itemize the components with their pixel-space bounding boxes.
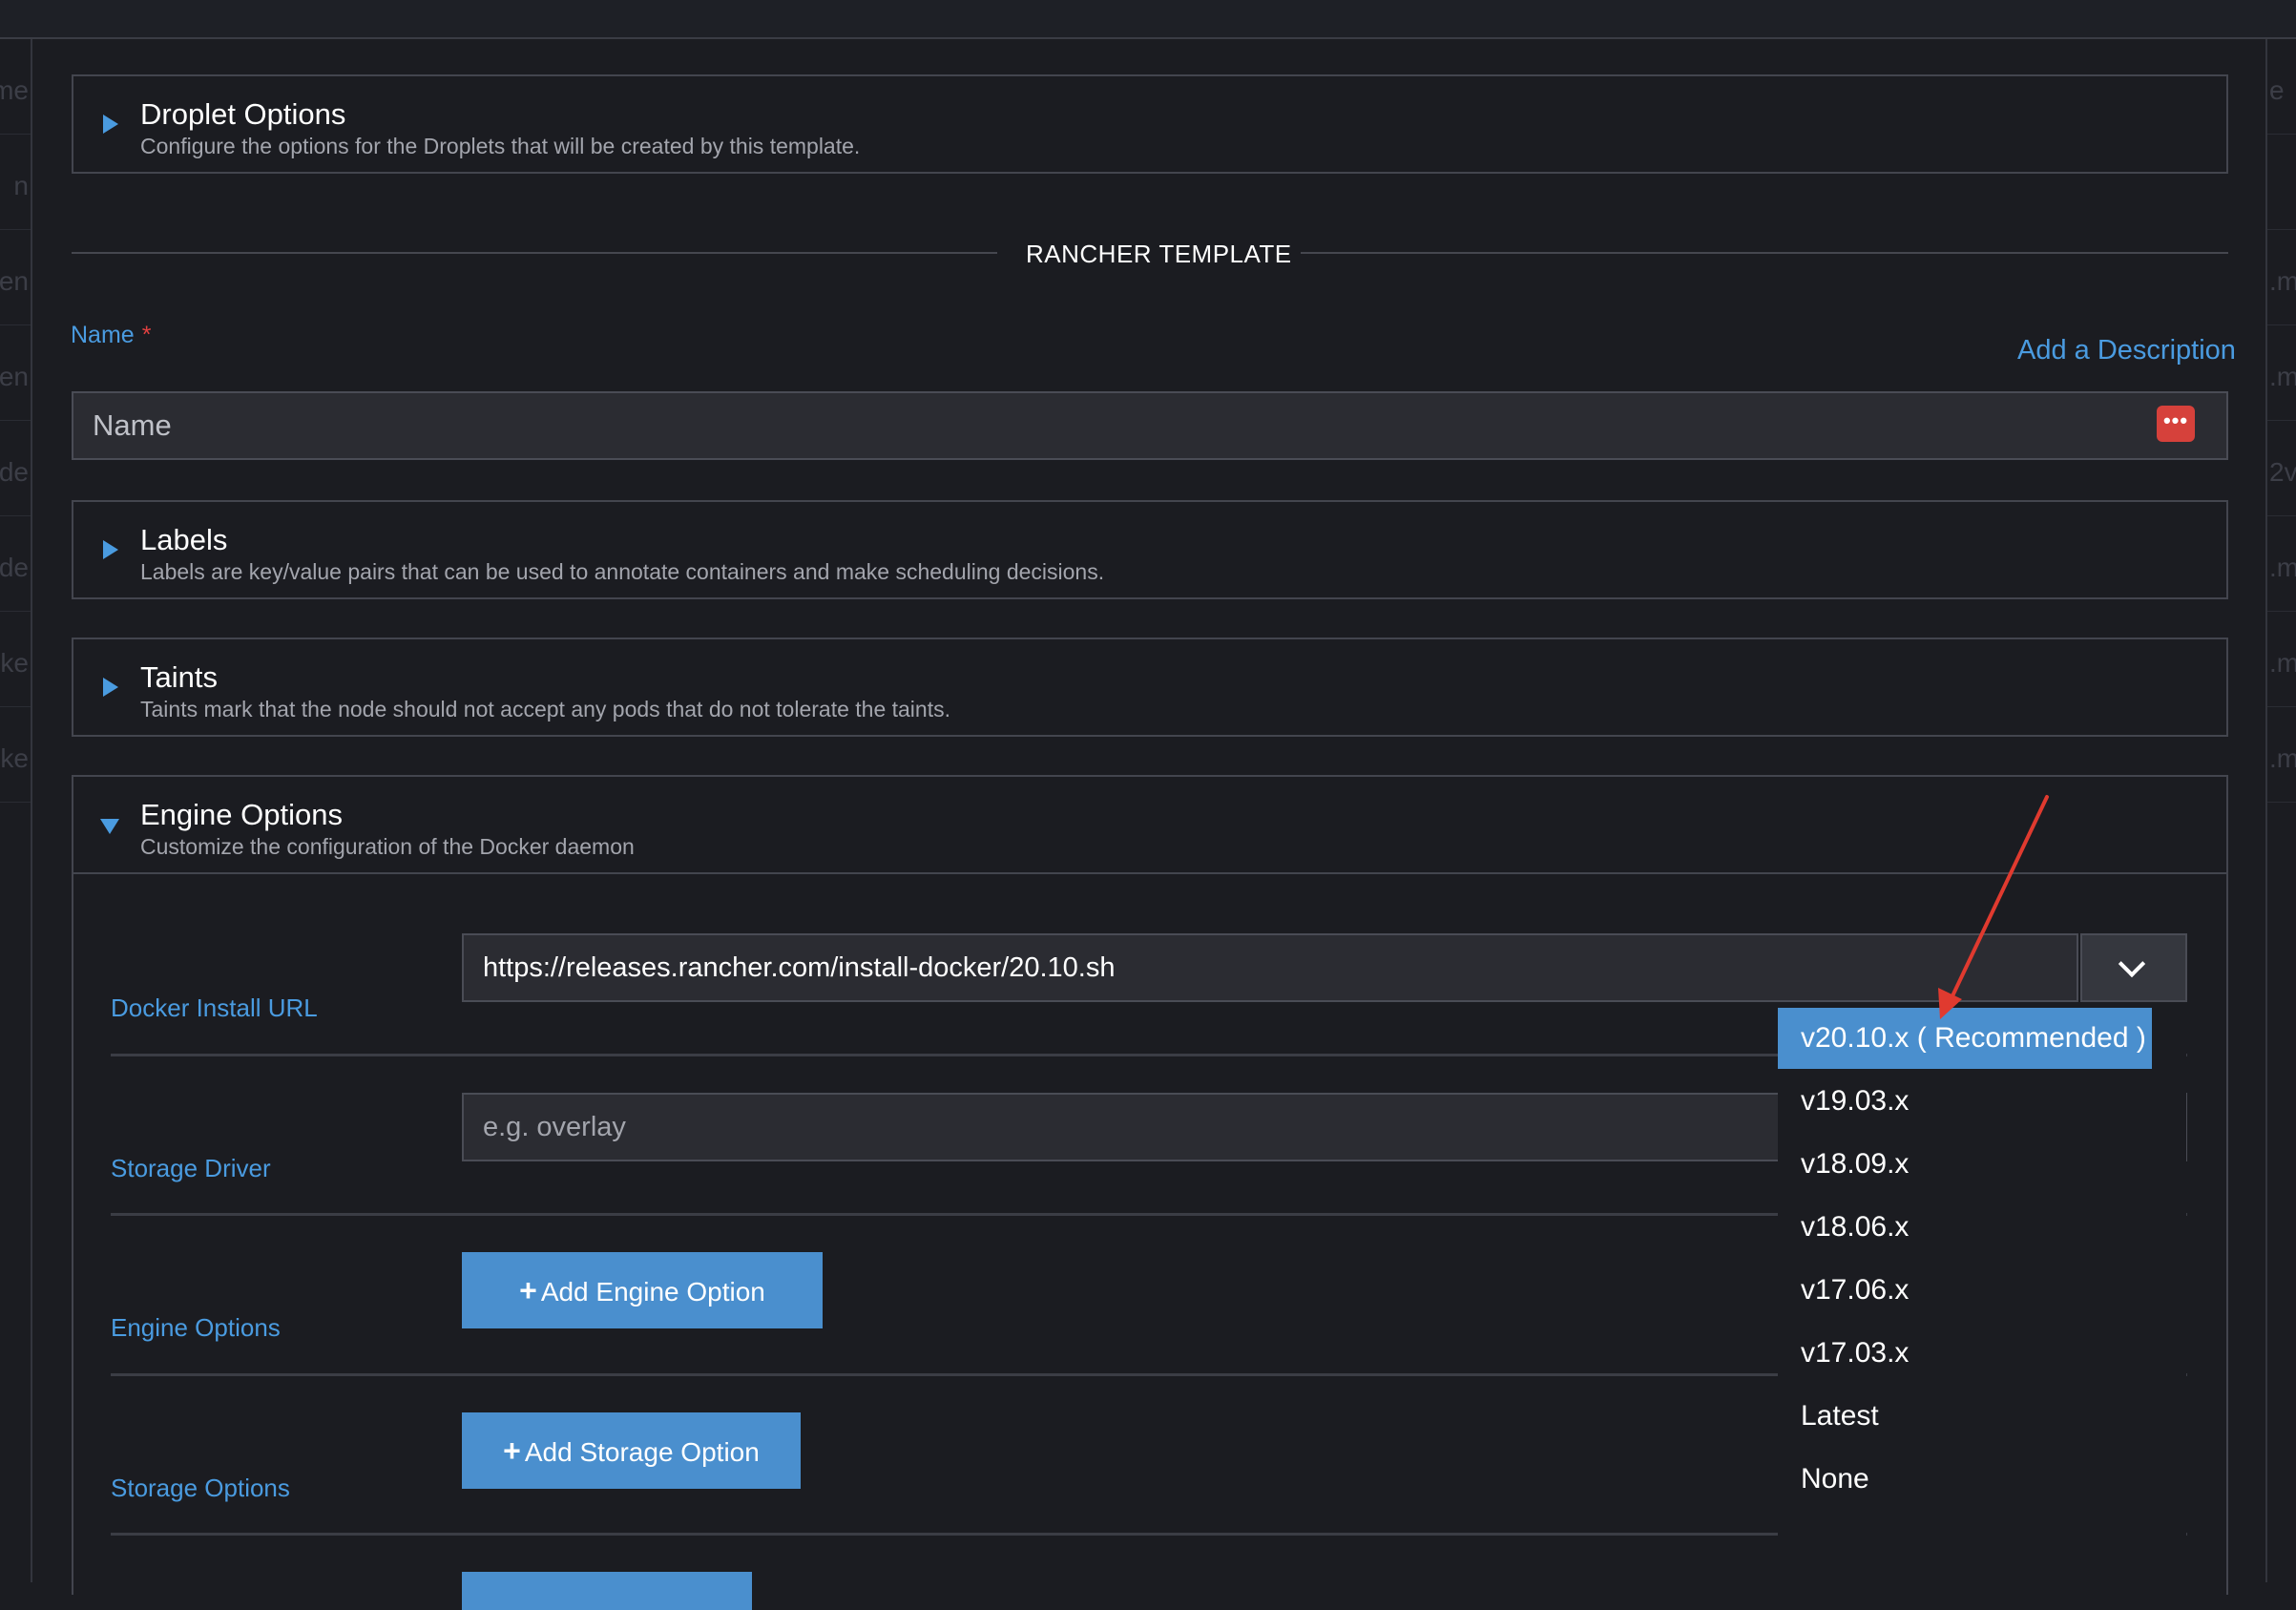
annotation-arrow-line xyxy=(1948,795,2049,1004)
annotation-arrow-head xyxy=(1938,988,1962,1019)
annotation-arrow xyxy=(1938,795,2049,1019)
